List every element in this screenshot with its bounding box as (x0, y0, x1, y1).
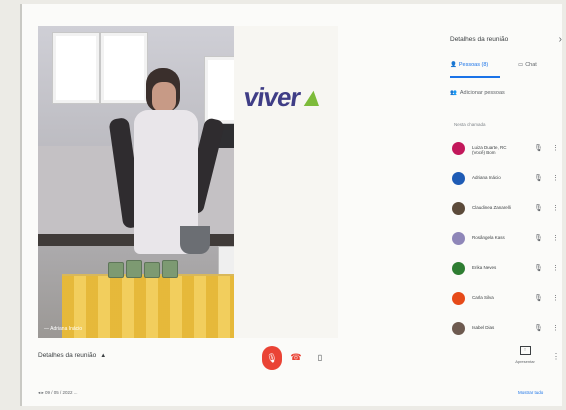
participant-name: Rosângela Kass (472, 235, 505, 240)
avatar (452, 142, 465, 155)
chat-icon: ▭ (518, 62, 524, 68)
cup (126, 260, 142, 278)
upper-cabinet (100, 32, 148, 104)
participant-row[interactable]: Carla Silva 🎙 ⋮ (450, 286, 564, 316)
panel-tabs: 👤 Pessoas (8) ▭ Chat (450, 62, 562, 80)
mic-off-button[interactable]: 🎙 (262, 346, 282, 370)
avatar (452, 232, 465, 245)
avatar (452, 202, 465, 215)
mic-off-icon: 🎙 (266, 352, 278, 363)
present-icon: ↑ (519, 346, 531, 355)
avatar (452, 262, 465, 275)
participant-name-label: — Adriana Inácio (44, 326, 83, 332)
upper-cabinet (52, 32, 100, 104)
add-people-button[interactable]: 👥 Adicionar pessoas (450, 90, 505, 96)
show-all-link[interactable]: Mostrar tudo (518, 390, 543, 395)
main-video: viver▲ — Adriana Inácio (38, 26, 338, 338)
tab-chat[interactable]: ▭ Chat (518, 62, 537, 68)
chevron-right-icon[interactable]: › (559, 34, 562, 45)
active-tab-indicator (450, 76, 500, 78)
participant-row[interactable]: Erika Neves 🎙 ⋮ (450, 256, 564, 286)
panel-title: Detalhes da reunião (450, 36, 509, 43)
participant-name: Carla Silva (472, 295, 494, 300)
add-people-label: Adicionar pessoas (459, 90, 505, 96)
hang-up-button[interactable]: ☎ (290, 350, 302, 364)
mic-icon[interactable]: 🎙 (534, 324, 543, 332)
mic-icon[interactable]: 🎙 (534, 174, 543, 182)
participant-list: Luiza Duarte, RC (Você) Bom 🎙 ⋮ Adriana Iná… (450, 136, 564, 346)
mic-icon[interactable]: 🎙 (534, 234, 543, 242)
participant-row[interactable]: Claudinea Zanarelli 🎙 ⋮ (450, 196, 564, 226)
tab-people[interactable]: 👤 Pessoas (8) (450, 62, 488, 68)
blender-jar (180, 226, 210, 254)
chevron-up-icon: ▲ (100, 353, 107, 359)
camera-icon: ▯ (317, 352, 323, 362)
participant-row[interactable]: Adriana Inácio 🎙 ⋮ (450, 166, 564, 196)
section-label: Nesta chamada (454, 122, 486, 127)
avatar (452, 172, 465, 185)
more-vertical-icon[interactable]: ⋮ (552, 264, 559, 272)
tab-people-label: Pessoas (8) (458, 62, 489, 68)
participant-name: Adriana Inácio (472, 175, 501, 180)
participant-name: Erika Neves (472, 265, 497, 270)
participant-name: Isabel Dias (472, 325, 495, 330)
meet-window: viver▲ — Adriana Inácio Detalhes da reun… (20, 4, 562, 406)
mic-icon[interactable]: 🎙 (534, 144, 543, 152)
person-face (152, 82, 176, 112)
people-icon: 👤 (450, 62, 457, 68)
tab-chat-label: Chat (525, 62, 537, 68)
mic-icon[interactable]: 🎙 (534, 264, 543, 272)
cup (144, 262, 160, 278)
participant-name: Luiza Duarte, RC (Você) Bom (472, 145, 507, 155)
participant-row[interactable]: Luiza Duarte, RC (Você) Bom 🎙 ⋮ (450, 136, 564, 166)
more-vertical-icon[interactable]: ⋮ (552, 174, 559, 182)
participant-name: Claudinea Zanarelli (472, 205, 511, 210)
more-vertical-icon[interactable]: ⋮ (552, 144, 559, 152)
sponsor-banner: viver▲ (234, 26, 338, 338)
mic-icon[interactable]: 🎙 (534, 204, 543, 212)
banner-logo: viver▲ (241, 82, 327, 112)
more-vertical-icon[interactable]: ⋮ (552, 324, 559, 332)
cup (108, 262, 124, 278)
avatar (452, 292, 465, 305)
add-person-icon: 👥 (450, 90, 457, 96)
participant-row[interactable]: Isabel Dias 🎙 ⋮ (450, 316, 564, 346)
participant-row[interactable]: Rosângela Kass 🎙 ⋮ (450, 226, 564, 256)
bottom-meta: ◂ ▸ 09 / 05 / 2022 ... (38, 390, 78, 395)
meeting-details-label: Detalhes da reunião (38, 352, 97, 359)
present-button[interactable]: ↑ Apresentar (508, 346, 542, 376)
more-vertical-icon[interactable]: ⋮ (552, 294, 559, 302)
more-options-icon[interactable]: ⋮ (552, 352, 560, 361)
phone-hangup-icon: ☎ (290, 351, 302, 362)
cup (162, 260, 178, 278)
meeting-details-panel: Detalhes da reunião › 👤 Pessoas (8) ▭ Ch… (442, 26, 562, 346)
more-vertical-icon[interactable]: ⋮ (552, 234, 559, 242)
meeting-details-button[interactable]: Detalhes da reunião ▲ (38, 352, 106, 359)
more-vertical-icon[interactable]: ⋮ (552, 204, 559, 212)
avatar (452, 322, 465, 335)
mic-icon[interactable]: 🎙 (534, 294, 543, 302)
camera-button[interactable]: ▯ (314, 350, 326, 364)
present-label: Apresentar (515, 359, 535, 364)
